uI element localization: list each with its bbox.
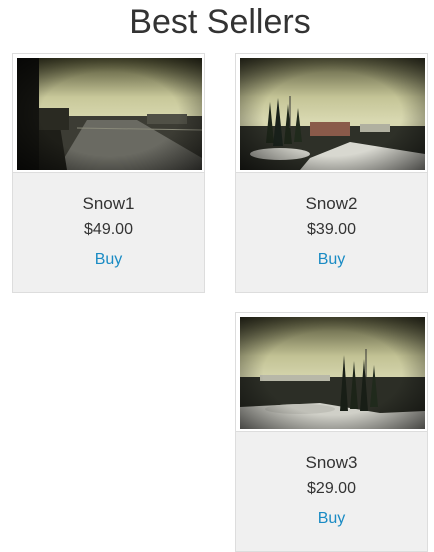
buy-link[interactable]: Buy: [236, 509, 427, 529]
buy-link[interactable]: Buy: [13, 250, 204, 270]
product-thumbnail[interactable]: [235, 53, 428, 173]
product-info: Snow3 $29.00 Buy: [235, 432, 428, 552]
product-info: Snow2 $39.00 Buy: [235, 173, 428, 293]
best-sellers-page: Best Sellers Snow1 $49.00 Buy Snow2 $39.…: [0, 0, 434, 552]
snowy-garden-photo: [240, 58, 425, 170]
product-name: Snow1: [82, 194, 135, 213]
product-price: $29.00: [307, 480, 356, 497]
snowy-road-photo: [17, 58, 202, 170]
buy-link[interactable]: Buy: [236, 250, 427, 270]
product-thumbnail[interactable]: [12, 53, 205, 173]
product-price: $39.00: [307, 221, 356, 238]
product-price: $49.00: [84, 221, 133, 238]
product-info: Snow1 $49.00 Buy: [12, 173, 205, 293]
snowy-park-photo: [240, 317, 425, 429]
page-title: Best Sellers: [129, 3, 311, 41]
product-thumbnail[interactable]: [235, 312, 428, 432]
product-name: Snow2: [305, 194, 358, 213]
product-name: Snow3: [305, 453, 358, 472]
